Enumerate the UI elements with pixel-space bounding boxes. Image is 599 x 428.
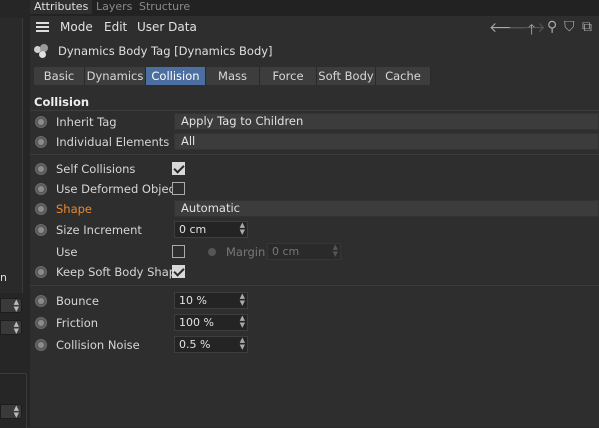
arrow-right-icon[interactable]: 🡒 (508, 19, 546, 36)
left-subpanel: ▲ ▼ (0, 373, 27, 428)
left-spinner-3[interactable]: ▲ ▼ (0, 404, 22, 419)
animate-radio[interactable] (35, 203, 47, 215)
animate-radio[interactable] (35, 224, 47, 236)
tab-structure[interactable]: Structure (139, 0, 190, 14)
stepper-arrows-icon[interactable]: ▲ ▼ (240, 337, 245, 351)
menu-bar: Mode Edit User Data 🡐 🡒 🡑 ⚲ ⛉ ⧉ (30, 16, 599, 38)
tab-cache[interactable]: Cache (376, 67, 431, 85)
margin-value: 0 cm (272, 245, 300, 258)
use-checkbox[interactable] (172, 245, 185, 258)
individual-elements-dropdown[interactable]: All (174, 133, 599, 150)
friction-input[interactable]: 100 % ▲ ▼ (174, 314, 248, 331)
dynamics-tag-icon (34, 44, 50, 58)
search-icon[interactable]: ⚲ (547, 19, 557, 35)
tab-soft-body[interactable]: Soft Body (317, 67, 376, 85)
animate-radio[interactable] (35, 266, 47, 278)
animate-radio[interactable] (35, 339, 47, 351)
row-self-collisions: Self Collisions (30, 160, 599, 178)
stepper-arrows-icon[interactable]: ▲ ▼ (240, 222, 245, 236)
section-title: Collision (34, 95, 90, 109)
row-collision-noise: Collision Noise 0.5 % ▲ ▼ (30, 336, 599, 354)
stepper-arrows-icon[interactable]: ▲ ▼ (240, 293, 245, 307)
left-spinner-1[interactable]: ▲ ▼ (0, 298, 22, 313)
divider (30, 285, 599, 286)
stepper-arrows-icon[interactable]: ▲ ▼ (240, 315, 245, 329)
animate-radio[interactable] (35, 183, 47, 195)
tab-collision[interactable]: Collision (146, 67, 206, 85)
keep-soft-body-shape-label: Keep Soft Body Shape (56, 265, 184, 279)
left-spinner-2[interactable]: ▲ ▼ (0, 320, 22, 335)
collision-noise-label: Collision Noise (56, 338, 140, 352)
tab-dynamics[interactable]: Dynamics (85, 67, 146, 85)
tab-mass[interactable]: Mass (206, 67, 260, 85)
divider (30, 110, 599, 111)
margin-radio (208, 248, 216, 256)
margin-input: 0 cm ▲ ▼ (267, 243, 341, 260)
viewport-edge (0, 18, 23, 293)
size-increment-label: Size Increment (56, 223, 142, 237)
row-inherit-tag: Inherit Tag Apply Tag to Children (30, 113, 599, 131)
row-keep-soft-body-shape: Keep Soft Body Shape (30, 263, 599, 281)
shape-dropdown[interactable]: Automatic (174, 200, 599, 217)
left-panel-letter: n (0, 271, 7, 284)
size-increment-value: 0 cm (179, 223, 207, 236)
row-use: Use Margin 0 cm ▲ ▼ (30, 243, 599, 261)
margin-label: Margin (226, 245, 266, 259)
self-collisions-label: Self Collisions (56, 162, 136, 176)
menu-edit[interactable]: Edit (104, 20, 127, 34)
size-increment-input[interactable]: 0 cm ▲ ▼ (174, 221, 248, 238)
animate-radio[interactable] (35, 317, 47, 329)
friction-value: 100 % (179, 316, 214, 329)
individual-elements-label: Individual Elements (56, 135, 170, 149)
keep-soft-body-shape-checkbox[interactable] (172, 265, 185, 278)
collision-noise-value: 0.5 % (179, 338, 211, 351)
row-bounce: Bounce 10 % ▲ ▼ (30, 292, 599, 310)
tag-title: Dynamics Body Tag [Dynamics Body] (58, 44, 273, 58)
hamburger-icon[interactable] (36, 22, 49, 32)
new-panel-icon[interactable]: ⧉ (582, 19, 592, 35)
inherit-tag-dropdown[interactable]: Apply Tag to Children (174, 113, 599, 130)
animate-radio[interactable] (35, 136, 47, 148)
row-size-increment: Size Increment 0 cm ▲ ▼ (30, 221, 599, 239)
tab-force[interactable]: Force (260, 67, 317, 85)
menu-mode[interactable]: Mode (60, 20, 93, 34)
use-deformed-object-checkbox[interactable] (172, 182, 185, 195)
collision-noise-input[interactable]: 0.5 % ▲ ▼ (174, 336, 248, 353)
shape-label: Shape (56, 202, 93, 216)
tab-basic[interactable]: Basic (34, 67, 85, 85)
bounce-label: Bounce (56, 294, 99, 308)
row-shape: Shape Automatic (30, 200, 599, 218)
tab-layers[interactable]: Layers (96, 0, 132, 14)
animate-radio[interactable] (35, 295, 47, 307)
use-deformed-object-label: Use Deformed Object (56, 182, 180, 196)
animate-radio[interactable] (35, 116, 47, 128)
row-use-deformed-object: Use Deformed Object (30, 180, 599, 198)
tag-header: Dynamics Body Tag [Dynamics Body] (30, 42, 599, 62)
row-individual-elements: Individual Elements All (30, 133, 599, 151)
animate-radio[interactable] (35, 163, 47, 175)
self-collisions-checkbox[interactable] (172, 162, 185, 175)
row-friction: Friction 100 % ▲ ▼ (30, 314, 599, 332)
inherit-tag-label: Inherit Tag (56, 115, 117, 129)
arrow-up-icon[interactable]: 🡑 (528, 19, 535, 43)
friction-label: Friction (56, 316, 99, 330)
bounce-input[interactable]: 10 % ▲ ▼ (174, 292, 248, 309)
attributes-panel: Attributes Layers Structure Mode Edit Us… (30, 0, 599, 427)
panel-tabs: Attributes Layers Structure (30, 0, 599, 16)
menu-user-data[interactable]: User Data (137, 20, 197, 34)
tab-attributes[interactable]: Attributes (30, 0, 93, 14)
filter-icon[interactable]: ⛉ (564, 19, 575, 35)
divider (30, 154, 599, 155)
stepper-arrows-icon: ▲ ▼ (332, 243, 338, 258)
left-panel: n ▲ ▼ ▲ ▼ ▲ ▼ (0, 0, 31, 428)
use-label: Use (56, 245, 78, 259)
bounce-value: 10 % (179, 294, 207, 307)
